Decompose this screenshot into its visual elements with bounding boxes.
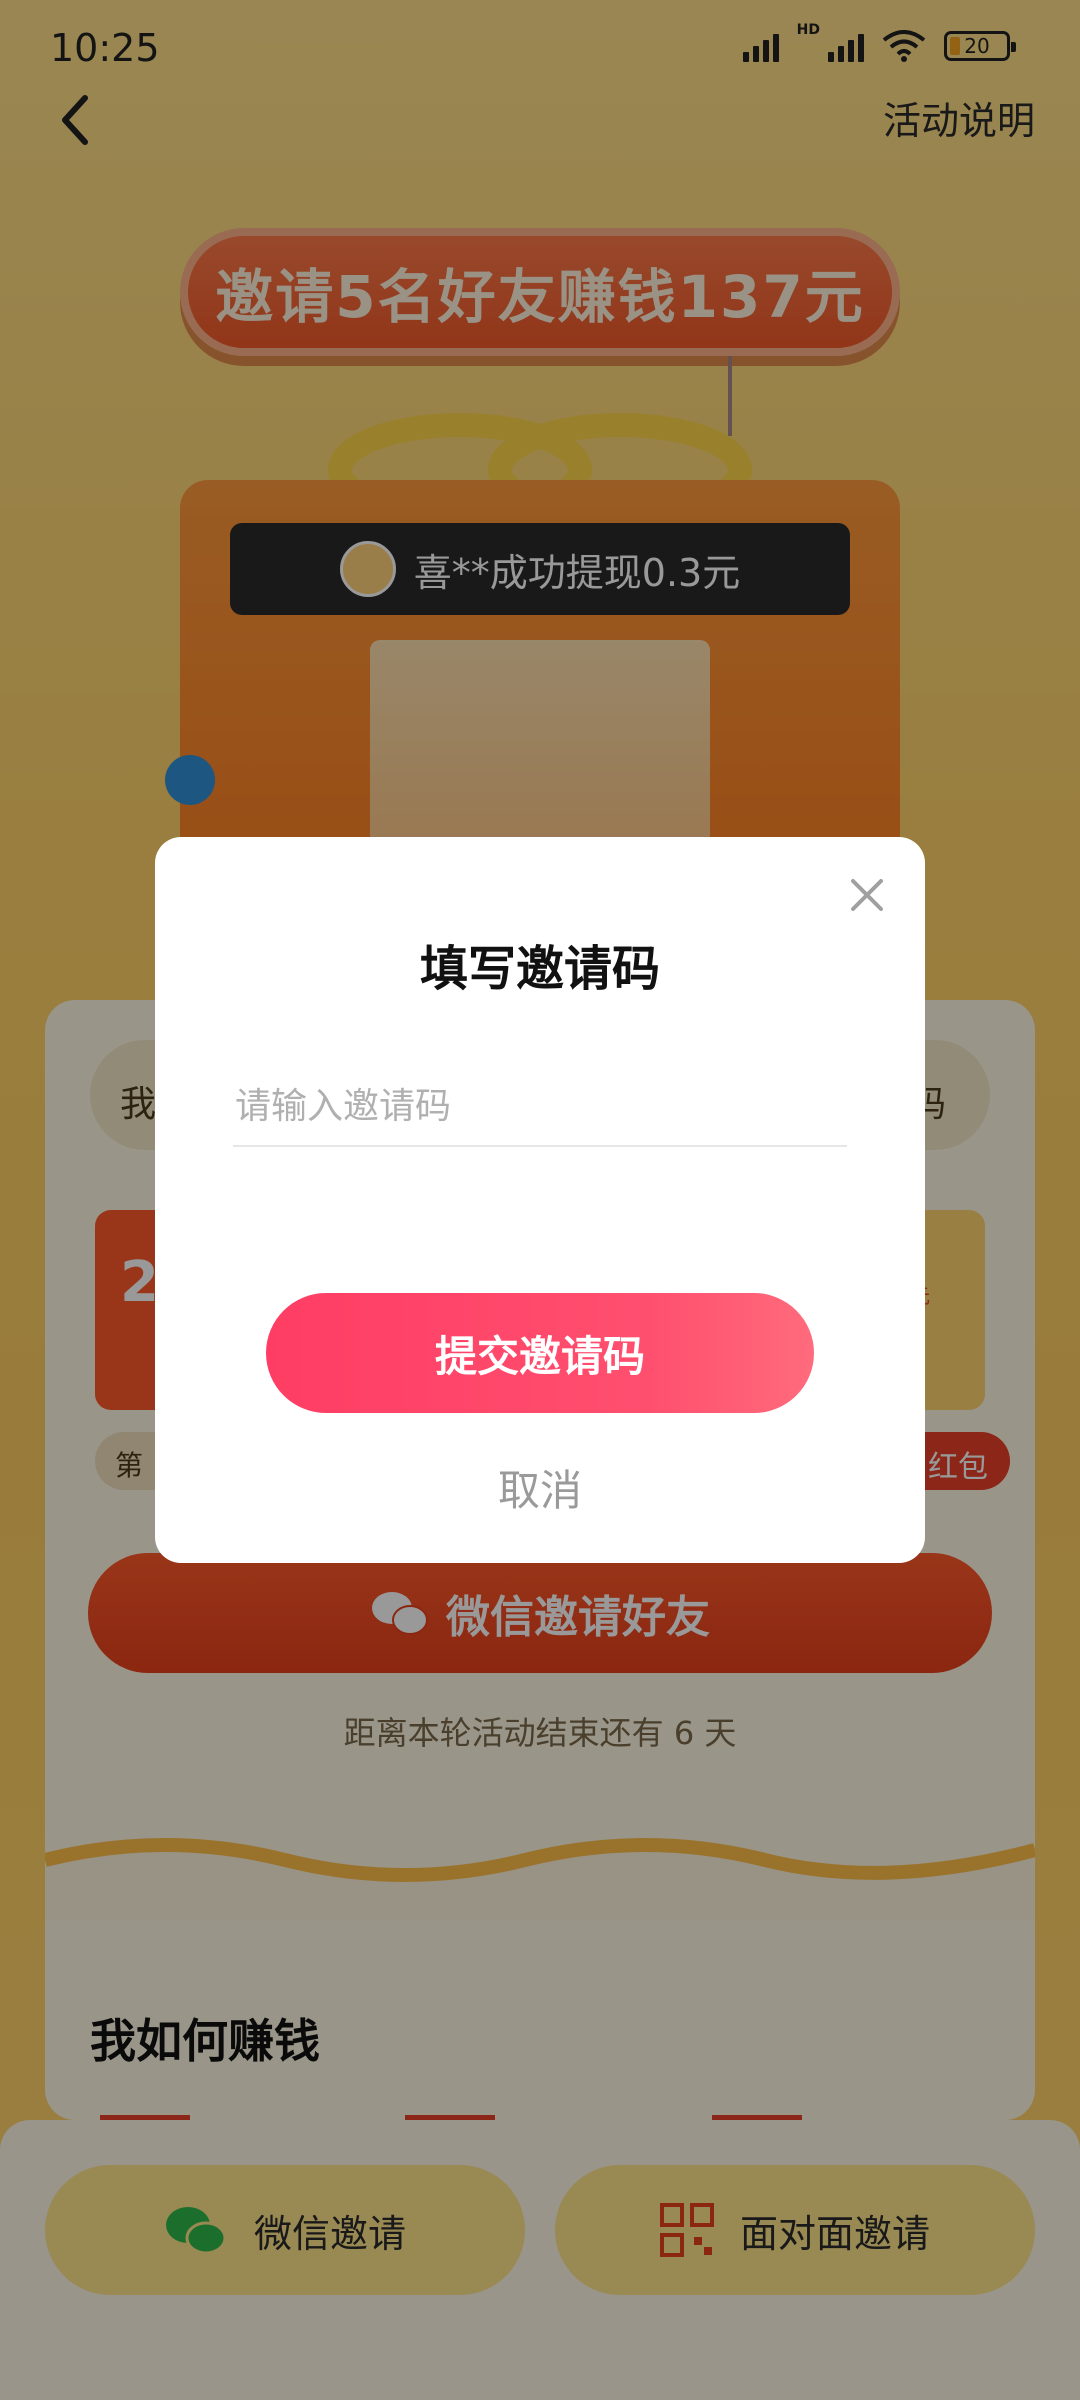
- submit-invite-code-button[interactable]: 提交邀请码: [266, 1293, 814, 1413]
- cancel-button[interactable]: 取消: [155, 1457, 925, 1518]
- close-icon[interactable]: [839, 867, 895, 923]
- dialog-title: 填写邀请码: [419, 941, 660, 997]
- invite-code-input[interactable]: [233, 1067, 847, 1147]
- invite-code-dialog: 填写邀请码 提交邀请码 取消: [155, 837, 925, 1563]
